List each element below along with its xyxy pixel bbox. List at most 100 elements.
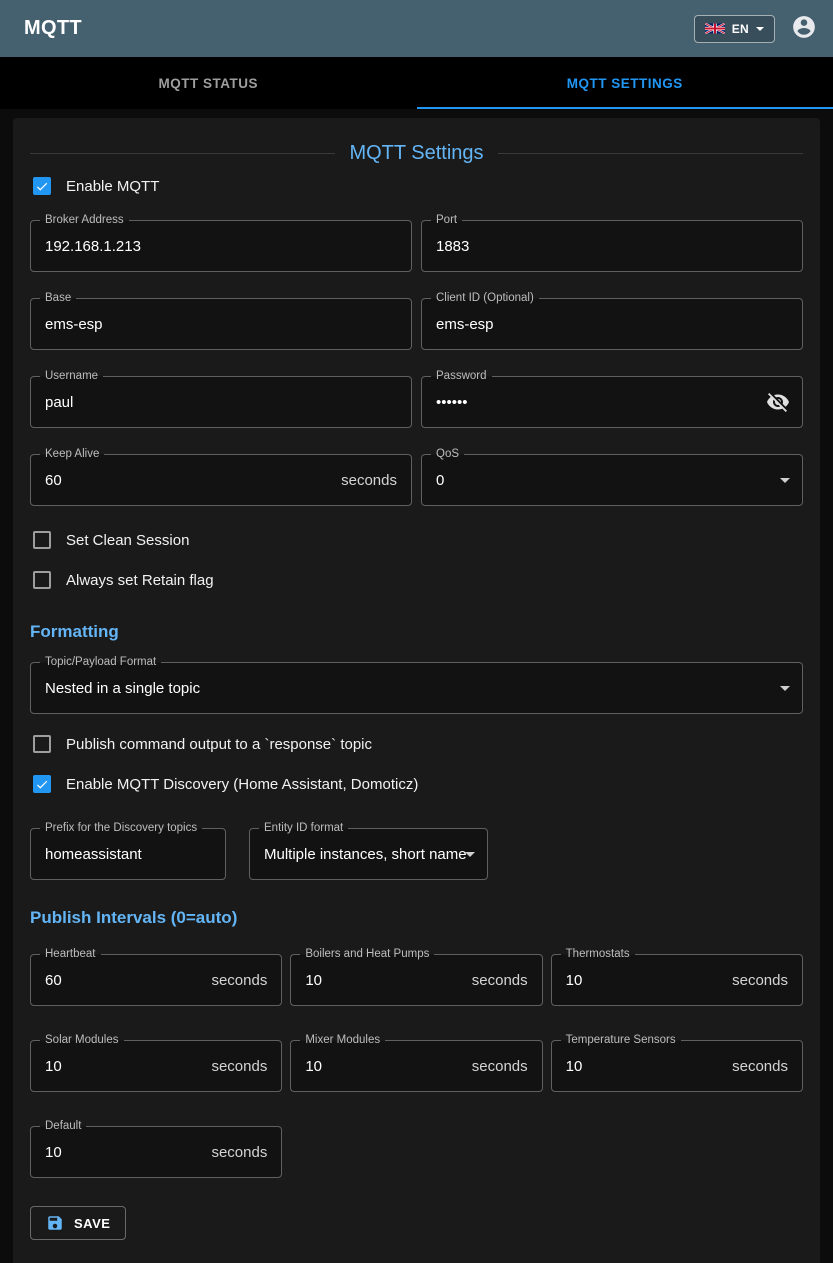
retain-flag-checkbox[interactable]	[33, 571, 51, 589]
field-label: Keep Alive	[40, 448, 104, 461]
field-suffix: seconds	[472, 972, 528, 989]
save-icon	[46, 1214, 64, 1232]
page-title: MQTT Settings	[349, 142, 483, 165]
field-label: Password	[431, 370, 492, 383]
tab-mqtt-status[interactable]: MQTT STATUS	[0, 57, 417, 109]
field-value: 10	[45, 1058, 62, 1075]
clean-session-label: Set Clean Session	[66, 532, 189, 549]
topic-format-select[interactable]: Topic/Payload Format Nested in a single …	[30, 662, 803, 714]
field-suffix: seconds	[732, 1058, 788, 1075]
formatting-heading: Formatting	[30, 622, 803, 642]
divider	[30, 153, 335, 154]
mqtt-discovery-row[interactable]: Enable MQTT Discovery (Home Assistant, D…	[30, 764, 803, 804]
field-suffix: seconds	[732, 972, 788, 989]
field-label: Client ID (Optional)	[431, 292, 539, 305]
interval-field-temperature-sensors[interactable]: Temperature Sensors 10 seconds	[551, 1040, 803, 1092]
account-circle-icon	[791, 14, 817, 43]
field-label: Temperature Sensors	[561, 1034, 681, 1047]
field-label: Heartbeat	[40, 948, 101, 961]
field-label: Boilers and Heat Pumps	[300, 948, 434, 961]
discovery-fields: Prefix for the Discovery topics homeassi…	[30, 828, 803, 880]
field-label: Topic/Payload Format	[40, 656, 161, 669]
field-label: Mixer Modules	[300, 1034, 385, 1047]
field-value: 10	[45, 1144, 62, 1161]
qos-select[interactable]: QoS 0	[421, 454, 803, 506]
field-value: Multiple instances, short name	[264, 846, 467, 863]
field-value: 10	[305, 1058, 322, 1075]
field-label: Username	[40, 370, 103, 383]
base-field[interactable]: Base ems-esp	[30, 298, 412, 350]
interval-field-thermostats[interactable]: Thermostats 10 seconds	[551, 954, 803, 1006]
publish-response-checkbox[interactable]	[33, 735, 51, 753]
discovery-prefix-field[interactable]: Prefix for the Discovery topics homeassi…	[30, 828, 226, 880]
broker-address-field[interactable]: Broker Address 192.168.1.213	[30, 220, 412, 272]
tab-bar: MQTT STATUS MQTT SETTINGS	[0, 57, 833, 109]
field-suffix: seconds	[472, 1058, 528, 1075]
port-field[interactable]: Port 1883	[421, 220, 803, 272]
app-bar: MQTT EN	[0, 0, 833, 57]
mqtt-discovery-checkbox[interactable]	[33, 775, 51, 793]
field-value: 0	[436, 472, 444, 489]
field-value: 1883	[436, 238, 469, 255]
publish-response-row[interactable]: Publish command output to a `response` t…	[30, 724, 803, 764]
username-field[interactable]: Username paul	[30, 376, 412, 428]
settings-panel: MQTT Settings Enable MQTT Broker Address…	[13, 118, 820, 1263]
field-label: Solar Modules	[40, 1034, 124, 1047]
clean-session-row[interactable]: Set Clean Session	[30, 520, 803, 560]
field-label: Broker Address	[40, 214, 129, 227]
clean-session-checkbox[interactable]	[33, 531, 51, 549]
field-suffix: seconds	[211, 1058, 267, 1075]
intervals-grid: Heartbeat 60 seconds Boilers and Heat Pu…	[30, 954, 803, 1178]
field-value: 10	[566, 1058, 583, 1075]
field-value: paul	[45, 394, 73, 411]
visibility-off-icon[interactable]	[762, 386, 794, 418]
save-button-label: SAVE	[74, 1216, 110, 1231]
interval-field-solar[interactable]: Solar Modules 10 seconds	[30, 1040, 282, 1092]
interval-field-heartbeat[interactable]: Heartbeat 60 seconds	[30, 954, 282, 1006]
field-value: ems-esp	[436, 316, 494, 333]
field-label: Thermostats	[561, 948, 635, 961]
session-options: Set Clean Session Always set Retain flag	[30, 520, 803, 600]
interval-field-default[interactable]: Default 10 seconds	[30, 1126, 282, 1178]
password-masked-value: ••••••	[436, 394, 468, 411]
field-label: Base	[40, 292, 76, 305]
tab-mqtt-settings[interactable]: MQTT SETTINGS	[417, 57, 833, 109]
page-title-row: MQTT Settings	[30, 140, 803, 166]
entity-id-format-select[interactable]: Entity ID format Multiple instances, sho…	[249, 828, 488, 880]
field-suffix: seconds	[341, 472, 397, 489]
password-field[interactable]: Password ••••••	[421, 376, 803, 428]
language-button[interactable]: EN	[694, 15, 775, 43]
field-value: 60	[45, 472, 62, 489]
publish-response-label: Publish command output to a `response` t…	[66, 736, 372, 753]
connection-fields: Broker Address 192.168.1.213 Port 1883 B…	[30, 220, 803, 506]
field-label: Entity ID format	[259, 822, 348, 835]
language-label: EN	[732, 22, 749, 36]
keep-alive-field[interactable]: Keep Alive 60 seconds	[30, 454, 412, 506]
field-value: 10	[566, 972, 583, 989]
divider	[498, 153, 803, 154]
retain-flag-row[interactable]: Always set Retain flag	[30, 560, 803, 600]
field-label: QoS	[431, 448, 464, 461]
field-label: Prefix for the Discovery topics	[40, 822, 202, 835]
formatting-options: Publish command output to a `response` t…	[30, 724, 803, 804]
dropdown-arrow-icon	[780, 478, 790, 483]
field-label: Port	[431, 214, 462, 227]
interval-field-boilers[interactable]: Boilers and Heat Pumps 10 seconds	[290, 954, 542, 1006]
field-value: 192.168.1.213	[45, 238, 141, 255]
interval-field-mixer[interactable]: Mixer Modules 10 seconds	[290, 1040, 542, 1092]
client-id-field[interactable]: Client ID (Optional) ems-esp	[421, 298, 803, 350]
retain-flag-label: Always set Retain flag	[66, 572, 214, 589]
enable-mqtt-checkbox[interactable]	[33, 177, 51, 195]
field-value: homeassistant	[45, 846, 142, 863]
enable-mqtt-label: Enable MQTT	[66, 178, 159, 195]
enable-mqtt-row[interactable]: Enable MQTT	[30, 166, 803, 206]
dropdown-arrow-icon	[780, 686, 790, 691]
chevron-down-icon	[756, 27, 764, 31]
field-label: Default	[40, 1120, 86, 1133]
save-button[interactable]: SAVE	[30, 1206, 126, 1240]
field-suffix: seconds	[211, 972, 267, 989]
app-title: MQTT	[24, 17, 82, 40]
account-button[interactable]	[791, 14, 817, 43]
field-value: 10	[305, 972, 322, 989]
field-value: 60	[45, 972, 62, 989]
